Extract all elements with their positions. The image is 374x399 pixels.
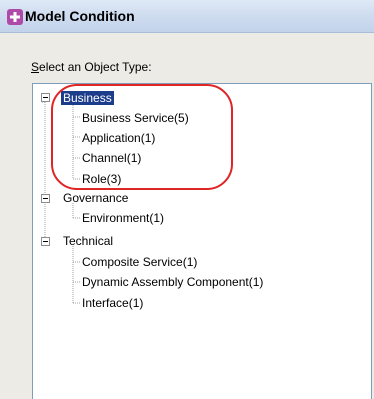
tree-node-application[interactable]: Application(1) — [82, 131, 155, 145]
model-condition-dialog: Model Condition Select an Object Type: B… — [0, 0, 374, 399]
object-type-label-mnemonic: S — [31, 60, 40, 74]
tree-node-dynamic-assembly-component[interactable]: Dynamic Assembly Component(1) — [82, 275, 263, 289]
tree-node-channel[interactable]: Channel(1) — [82, 151, 141, 165]
title-bar[interactable]: Model Condition — [0, 0, 374, 33]
tree-node-interface[interactable]: Interface(1) — [82, 296, 143, 310]
model-condition-icon — [7, 9, 23, 25]
collapse-toggle-technical[interactable] — [41, 237, 50, 246]
object-type-tree[interactable]: Business Business Service(5) Application… — [32, 83, 372, 399]
tree-node-composite-service[interactable]: Composite Service(1) — [82, 255, 197, 269]
collapse-toggle-business[interactable] — [41, 93, 50, 102]
tree-node-business-service[interactable]: Business Service(5) — [82, 111, 189, 125]
object-type-label: Select an Object Type: — [31, 60, 152, 74]
tree-node-governance[interactable]: Governance — [63, 191, 128, 205]
object-type-label-text: elect an Object Type: — [39, 60, 152, 74]
window-title: Model Condition — [25, 8, 135, 24]
tree-node-business[interactable]: Business — [61, 91, 114, 105]
tree-node-environment[interactable]: Environment(1) — [82, 211, 164, 225]
tree-node-role[interactable]: Role(3) — [82, 172, 121, 186]
tree-node-technical[interactable]: Technical — [63, 234, 113, 248]
collapse-toggle-governance[interactable] — [41, 194, 50, 203]
